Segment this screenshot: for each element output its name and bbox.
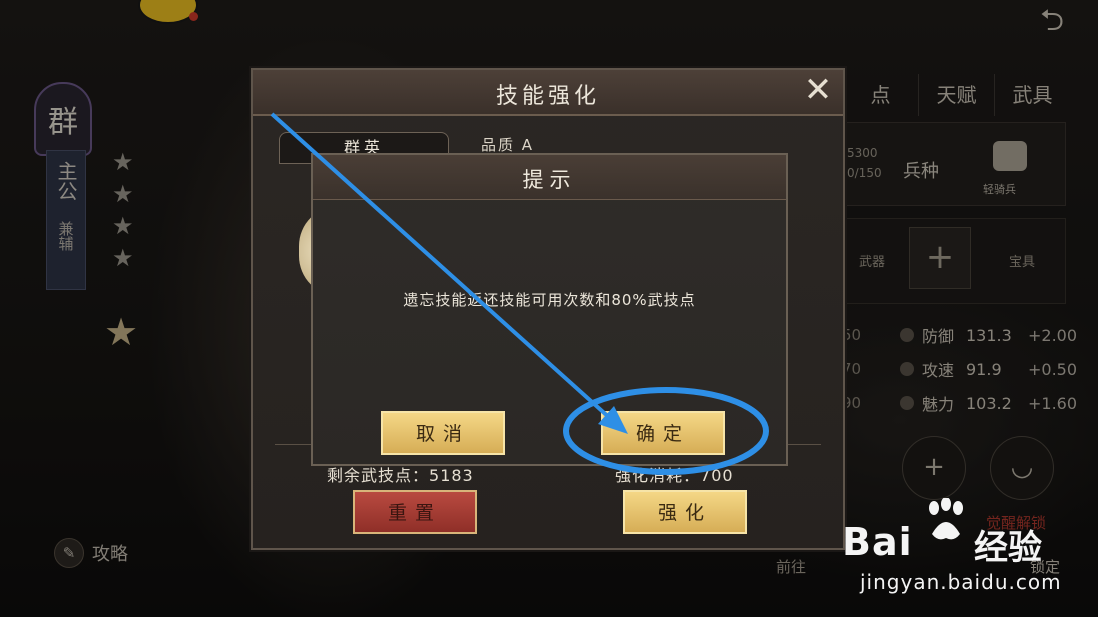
confirm-title: 提示	[522, 168, 577, 192]
watermark-brand: Bai	[842, 520, 913, 564]
confirm-dialog: 提示 遗忘技能返还技能可用次数和80%武技点 取消 确定	[311, 153, 788, 466]
remaining-value: 5183	[429, 466, 474, 485]
watermark-brand-cn: 经验	[974, 528, 1042, 568]
reset-button[interactable]: 重置	[353, 490, 477, 534]
quality-label: 品质	[481, 136, 516, 154]
cost-label: 强化消耗：	[615, 466, 701, 485]
dialog-title: 技能强化	[495, 84, 600, 109]
confirm-button[interactable]: 确定	[601, 411, 725, 455]
close-icon[interactable]: ✕	[801, 73, 835, 108]
cancel-button[interactable]: 取消	[381, 411, 505, 455]
baidu-jingyan-watermark: Bai 经验 jingyan.baidu.com	[838, 498, 1088, 614]
dialog-header: 技能强化 ✕	[253, 70, 843, 116]
remaining-label: 剩余武技点：	[327, 466, 430, 485]
quality-info: 品质 A	[481, 134, 534, 155]
enhance-button[interactable]: 强化	[623, 490, 747, 534]
watermark-url: jingyan.baidu.com	[860, 570, 1062, 594]
quality-value: A	[521, 136, 535, 154]
cost-value: 700	[700, 466, 734, 485]
confirm-message: 遗忘技能返还技能可用次数和80%武技点	[403, 291, 696, 309]
confirm-header: 提示	[313, 155, 786, 200]
paw-icon	[929, 498, 963, 540]
